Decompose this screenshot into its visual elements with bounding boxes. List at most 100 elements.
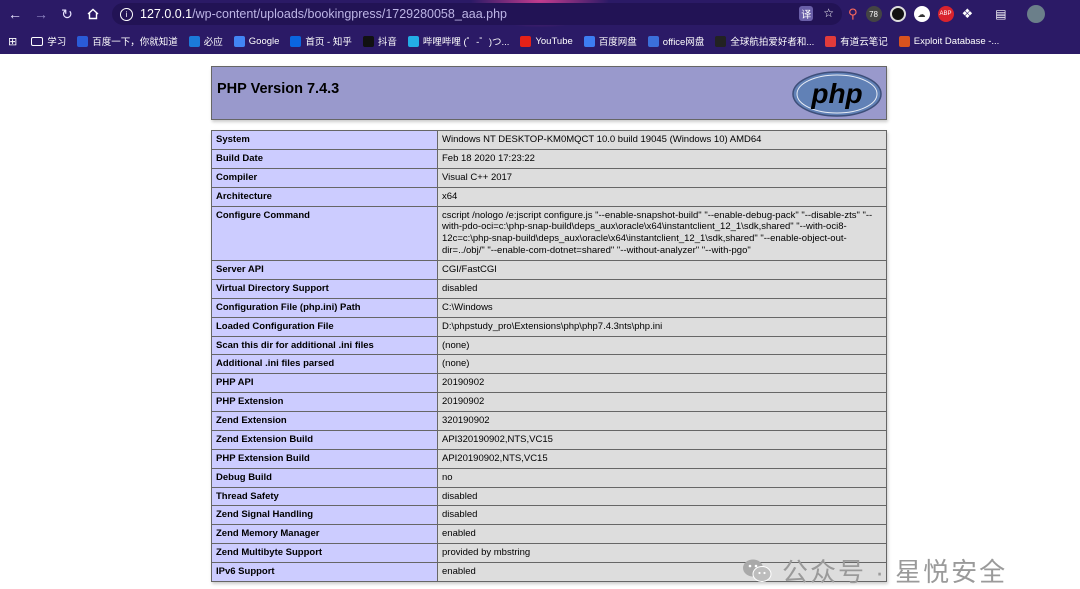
bilibili-icon xyxy=(407,35,419,47)
row-value: disabled xyxy=(437,505,887,526)
row-value: no xyxy=(437,467,887,488)
table-row: Debug Build no xyxy=(211,467,887,488)
php-logo-text: php xyxy=(810,78,862,109)
extension-cloud-icon[interactable]: ☁ xyxy=(913,6,930,22)
row-key: Additional .ini files parsed xyxy=(211,354,438,375)
exploitdb-icon xyxy=(898,35,910,47)
row-key: Zend Extension xyxy=(211,411,438,431)
row-key: Thread Safety xyxy=(211,486,438,507)
url-host: 127.0.0.1 xyxy=(140,7,193,21)
baidu-icon xyxy=(77,35,89,47)
back-button[interactable]: ← xyxy=(2,0,28,28)
row-value: API320190902,NTS,VC15 xyxy=(437,429,887,450)
phpinfo-container: PHP Version 7.4.3 php System Windows NT D… xyxy=(211,66,887,582)
row-key: Configuration File (php.ini) Path xyxy=(211,297,438,318)
php-logo-icon: php xyxy=(792,71,882,117)
watermark: 公众号 · 星悦安全 xyxy=(742,552,1007,589)
reading-list-icon[interactable]: ▤ xyxy=(995,7,1006,21)
reload-icon: ↻ xyxy=(61,5,73,22)
zhihu-icon xyxy=(290,35,302,47)
table-row: PHP Extension Build API20190902,NTS,VC15 xyxy=(211,448,887,469)
phpinfo-header: PHP Version 7.4.3 php xyxy=(211,66,887,120)
row-key: PHP API xyxy=(211,373,438,394)
table-row: Configuration File (php.ini) Path C:\Wind… xyxy=(211,297,887,318)
row-key: Zend Multibyte Support xyxy=(211,543,438,563)
extension-badge[interactable]: 78 xyxy=(865,6,882,22)
apps-grid-icon[interactable]: ⊞ xyxy=(8,35,17,48)
row-value: cscript /nologo /e:jscript configure.js … xyxy=(437,205,887,261)
table-row: Additional .ini files parsed (none) xyxy=(211,354,887,375)
bookmark-item[interactable]: 抖音 xyxy=(362,34,397,48)
bookmark-label: office网盘 xyxy=(662,37,705,48)
youdao-icon xyxy=(825,35,837,47)
table-row: PHP Extension 20190902 xyxy=(211,392,887,412)
table-row: Compiler Visual C++ 2017 xyxy=(211,167,887,188)
translate-icon[interactable]: 译 xyxy=(799,6,814,21)
home-button[interactable] xyxy=(80,0,106,28)
table-row: Architecture x64 xyxy=(211,186,887,207)
youtube-icon xyxy=(520,35,532,47)
row-value: D:\phpstudy_pro\Extensions\php\php7.4.3n… xyxy=(437,316,887,337)
row-key: IPv6 Support xyxy=(211,562,438,582)
row-key: Server API xyxy=(211,260,438,280)
phpinfo-table: System Windows NT DESKTOP-KM0MQCT 10.0 bu… xyxy=(211,130,887,582)
site-info-icon[interactable]: i xyxy=(120,7,133,21)
bookmark-star-icon[interactable]: ☆ xyxy=(823,6,834,21)
table-row: Scan this dir for additional .ini files(… xyxy=(211,335,887,356)
forward-button[interactable]: → xyxy=(28,0,54,28)
bookmark-label: YouTube xyxy=(535,35,573,47)
arrow-left-icon: ← xyxy=(8,6,22,22)
arrow-right-icon: → xyxy=(34,6,48,22)
row-value: 20190902 xyxy=(437,392,887,412)
row-key: Build Date xyxy=(211,148,438,169)
bookmark-item[interactable]: 百度网盘 xyxy=(583,34,637,48)
bookmark-item[interactable]: Exploit Database -... xyxy=(898,35,999,47)
table-row: Zend Memory Manager enabled xyxy=(211,524,887,545)
table-row: Virtual Directory Support disabled xyxy=(211,278,887,299)
bookmark-item[interactable]: YouTube xyxy=(520,35,573,47)
bookmark-item[interactable]: 有道云笔记 xyxy=(825,34,888,48)
row-value: (none) xyxy=(437,354,887,375)
row-key: Debug Build xyxy=(211,467,438,488)
bookmark-item[interactable]: 学习 xyxy=(31,34,66,48)
table-row: Loaded Configuration File D:\phpstudy_pro… xyxy=(211,316,887,337)
row-key: Virtual Directory Support xyxy=(211,278,438,299)
row-value: enabled xyxy=(437,524,887,545)
table-row: Server API CGI/FastCGI xyxy=(211,260,887,280)
table-row: Zend Signal Handling disabled xyxy=(211,505,887,526)
row-value: Feb 18 2020 17:23:22 xyxy=(437,148,887,169)
bookmark-item[interactable]: office网盘 xyxy=(647,34,705,48)
bookmark-label: 学习 xyxy=(47,37,67,48)
bookmark-item[interactable]: 首页 - 知乎 xyxy=(290,34,352,48)
bookmark-label: 必应 xyxy=(203,37,223,48)
bookmark-label: 百度一下，你就知道 xyxy=(92,37,178,48)
bookmark-label: 百度网盘 xyxy=(598,37,637,48)
row-key: Loaded Configuration File xyxy=(211,316,438,337)
extension-circle-icon[interactable] xyxy=(889,6,906,22)
search-icon[interactable]: ⚲ xyxy=(848,6,858,22)
table-row: Zend Extension Build API320190902,NTS,VC1… xyxy=(211,429,887,450)
bookmark-item[interactable]: Google xyxy=(233,35,279,47)
extensions-area: ⚲ 78 ☁ ABP ❖ ▤ xyxy=(848,0,1045,28)
row-value: Visual C++ 2017 xyxy=(437,167,887,188)
row-value: Windows NT DESKTOP-KM0MQCT 10.0 build 19… xyxy=(437,130,887,150)
bookmark-item[interactable]: 必应 xyxy=(188,34,223,48)
row-key: Zend Extension Build xyxy=(211,429,438,450)
bookmark-item[interactable]: 百度一下，你就知道 xyxy=(77,34,178,48)
adblock-icon[interactable]: ABP xyxy=(937,6,954,22)
reload-button[interactable]: ↻ xyxy=(54,0,80,28)
row-value: CGI/FastCGI xyxy=(437,260,887,280)
home-icon xyxy=(87,8,99,20)
bookmark-item[interactable]: 哔哩哔哩 (゜-゜)つ... xyxy=(407,34,510,48)
profile-avatar[interactable] xyxy=(1026,5,1045,23)
row-value: disabled xyxy=(437,486,887,507)
address-bar[interactable]: i 127.0.0.1/wp-content/uploads/bookingpr… xyxy=(112,3,842,25)
bookmark-label: 有道云笔记 xyxy=(840,37,888,48)
extensions-puzzle-icon[interactable]: ❖ xyxy=(962,6,974,22)
row-key: PHP Extension Build xyxy=(211,448,438,469)
bookmark-item[interactable]: 全球航拍爱好者和... xyxy=(715,34,814,48)
table-row: Zend Extension 320190902 xyxy=(211,411,887,431)
folder-icon xyxy=(31,36,44,46)
bookmark-label: 哔哩哔哩 (゜-゜)つ... xyxy=(422,37,510,48)
row-key: PHP Extension xyxy=(211,392,438,412)
